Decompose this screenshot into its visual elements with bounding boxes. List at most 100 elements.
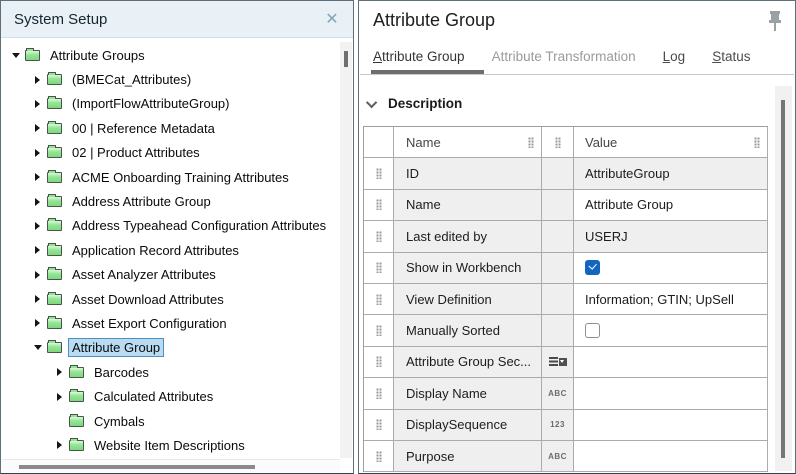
property-name: Display Name — [394, 378, 542, 408]
tree-item[interactable]: Attribute Groups — [1, 43, 339, 67]
table-row-displaysequence: DisplaySequence 123 — [364, 410, 768, 441]
tree-item-label: Attribute Groups — [46, 46, 149, 65]
application-window: System Setup ✕ Attribute Groups (BMECat_… — [0, 0, 796, 474]
property-value[interactable]: Information; GTIN; UpSell — [574, 284, 768, 314]
scrollbar-thumb[interactable] — [19, 465, 255, 469]
expand-arrow-icon[interactable] — [31, 124, 44, 132]
scrollbar-thumb[interactable] — [781, 100, 785, 458]
tree-item[interactable]: (ImportFlowAttributeGroup) — [1, 92, 339, 116]
checkbox-checked[interactable] — [585, 260, 600, 275]
expand-arrow-icon[interactable] — [31, 222, 44, 230]
detail-vertical-scrollbar[interactable] — [775, 86, 792, 471]
expand-arrow-icon[interactable] — [31, 295, 44, 303]
tree-item-label: Asset Analyzer Attributes — [68, 265, 220, 284]
row-drag-handle[interactable] — [364, 441, 394, 471]
property-value[interactable] — [574, 410, 768, 440]
expand-arrow-icon[interactable] — [31, 319, 44, 327]
expand-arrow-icon[interactable] — [31, 173, 44, 181]
tree-item[interactable]: ACME Onboarding Training Attributes — [1, 165, 339, 189]
expand-arrow-icon[interactable] — [31, 149, 44, 157]
tab-status[interactable]: Status — [712, 49, 750, 64]
property-value[interactable] — [574, 378, 768, 408]
column-header-type[interactable] — [542, 127, 574, 157]
column-header-label: Value — [585, 135, 617, 150]
column-menu-icon[interactable] — [528, 137, 534, 148]
row-drag-handle[interactable] — [364, 158, 394, 188]
tab-label: og — [670, 49, 685, 64]
tree-item[interactable]: Address Typeahead Configuration Attribut… — [1, 214, 339, 238]
property-value[interactable] — [574, 441, 768, 471]
property-value[interactable]: Attribute Group — [574, 190, 768, 220]
description-section-header[interactable]: Description — [369, 96, 462, 111]
scrollbar-thumb[interactable] — [344, 51, 348, 67]
tree-item[interactable]: Address Attribute Group — [1, 189, 339, 213]
folder-icon — [69, 391, 84, 402]
table-row-manually-sorted: Manually Sorted — [364, 315, 768, 346]
type-cell — [542, 284, 574, 314]
property-name: ID — [394, 158, 542, 188]
property-name: Manually Sorted — [394, 315, 542, 345]
expand-arrow-icon[interactable] — [31, 198, 44, 206]
column-header-name[interactable]: Name — [394, 127, 542, 157]
table-row-view-definition: View Definition Information; GTIN; UpSel… — [364, 284, 768, 315]
column-menu-icon[interactable] — [754, 137, 760, 148]
property-value[interactable] — [574, 347, 768, 377]
tree-item[interactable]: Asset Download Attributes — [1, 287, 339, 311]
property-name: Last edited by — [394, 221, 542, 251]
tab-accel: A — [373, 49, 382, 64]
folder-icon — [47, 294, 62, 305]
tab-attribute-transformation[interactable]: Attribute Transformation — [492, 49, 636, 64]
chevron-down-icon[interactable] — [366, 96, 377, 107]
tree-item[interactable]: Cymbals — [1, 409, 339, 433]
row-drag-handle[interactable] — [364, 347, 394, 377]
tab-log[interactable]: Log — [663, 49, 686, 64]
row-drag-handle[interactable] — [364, 190, 394, 220]
expand-arrow-icon[interactable] — [53, 368, 66, 376]
expand-arrow-icon[interactable] — [53, 441, 66, 449]
tab-attribute-group[interactable]: Attribute Group — [373, 49, 465, 64]
list-dropdown-icon[interactable] — [549, 355, 567, 368]
expand-arrow-icon[interactable] — [31, 100, 44, 108]
row-drag-handle[interactable] — [364, 284, 394, 314]
folder-icon — [47, 123, 62, 134]
column-header-value[interactable]: Value — [574, 127, 768, 157]
tree-item-selected[interactable]: Attribute Group — [1, 336, 339, 360]
expand-arrow-icon[interactable] — [31, 76, 44, 84]
tree-item[interactable]: Asset Analyzer Attributes — [1, 263, 339, 287]
tree-horizontal-scrollbar[interactable] — [2, 459, 340, 472]
close-icon[interactable]: ✕ — [321, 9, 343, 31]
folder-icon — [69, 440, 84, 451]
pin-icon[interactable] — [768, 11, 782, 32]
expand-arrow-icon[interactable] — [53, 393, 66, 401]
tree-item[interactable]: (BMECat_Attributes) — [1, 67, 339, 91]
attribute-group-detail-panel: Attribute Group Attribute Group Attribut… — [358, 0, 796, 474]
active-tab-indicator — [371, 70, 484, 74]
folder-icon — [47, 74, 62, 85]
row-drag-handle[interactable] — [364, 378, 394, 408]
folder-icon — [69, 367, 84, 378]
tree-item-label: (ImportFlowAttributeGroup) — [68, 94, 234, 113]
expand-arrow-icon[interactable] — [31, 246, 44, 254]
row-drag-handle[interactable] — [364, 253, 394, 283]
tree-item-label: 02 | Product Attributes — [68, 143, 204, 162]
tree-item[interactable]: Calculated Attributes — [1, 384, 339, 408]
column-menu-icon[interactable] — [555, 137, 561, 148]
expand-arrow-icon[interactable] — [31, 345, 44, 350]
tree-item[interactable]: Application Record Attributes — [1, 238, 339, 262]
tree-item-label: (BMECat_Attributes) — [68, 70, 195, 89]
tab-label: tatus — [721, 49, 750, 64]
expand-arrow-icon[interactable] — [9, 53, 22, 58]
row-drag-handle[interactable] — [364, 221, 394, 251]
type-cell: ABC — [542, 441, 574, 471]
row-drag-handle[interactable] — [364, 410, 394, 440]
expand-arrow-icon[interactable] — [31, 271, 44, 279]
row-drag-handle[interactable] — [364, 315, 394, 345]
checkbox-unchecked[interactable] — [585, 323, 600, 338]
tree-vertical-scrollbar[interactable] — [340, 42, 352, 458]
tree-item[interactable]: Website Item Descriptions — [1, 433, 339, 457]
tree-item[interactable]: Barcodes — [1, 360, 339, 384]
tree-item[interactable]: 02 | Product Attributes — [1, 141, 339, 165]
folder-icon — [47, 147, 62, 158]
tree-item[interactable]: 00 | Reference Metadata — [1, 116, 339, 140]
tree-item[interactable]: Asset Export Configuration — [1, 311, 339, 335]
